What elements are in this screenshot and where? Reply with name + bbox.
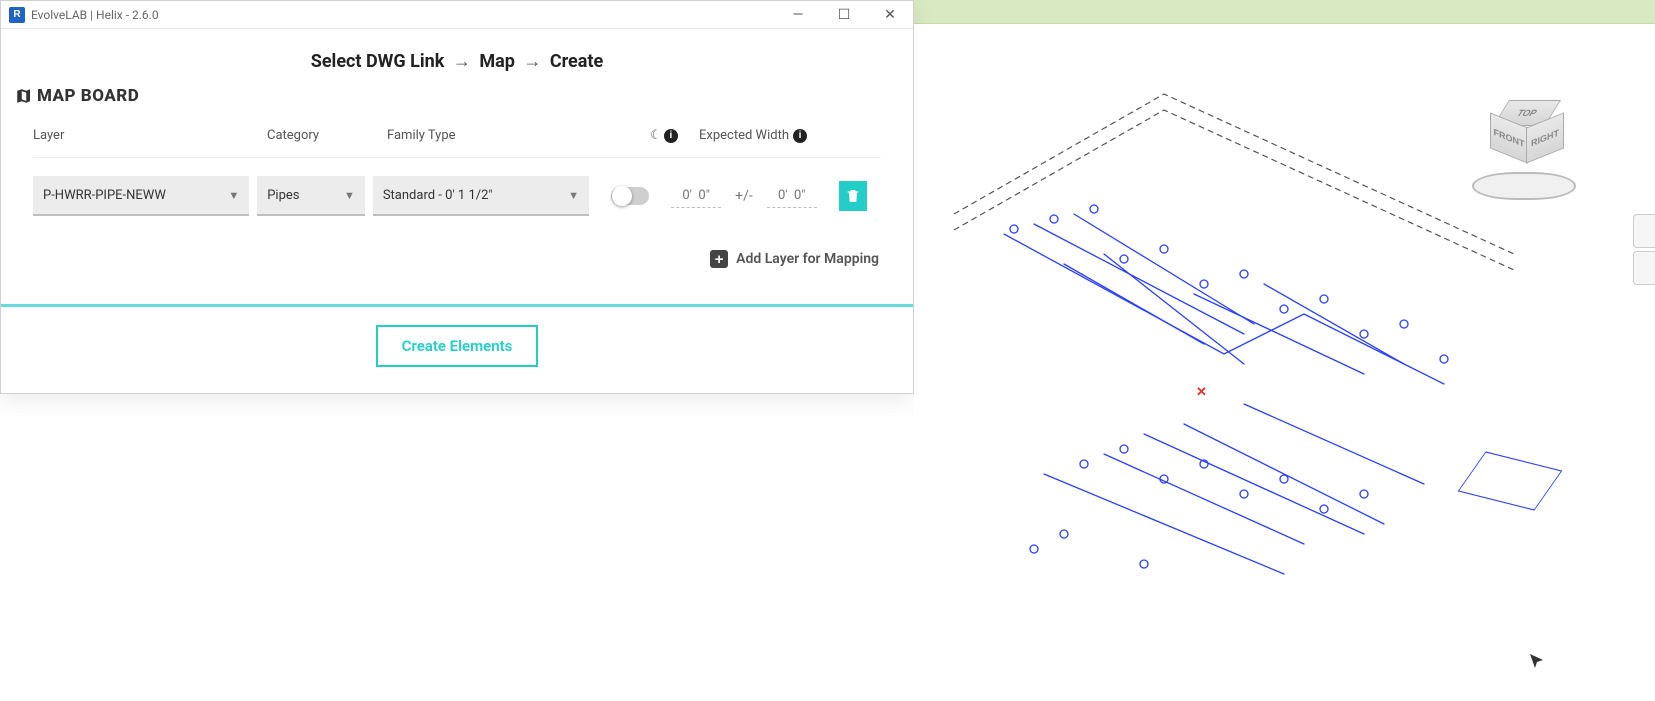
revit-viewport[interactable]: ✕ TOP FRONT RIGHT	[914, 24, 1655, 701]
info-icon[interactable]: i	[664, 129, 678, 143]
create-elements-button[interactable]: Create Elements	[376, 325, 539, 367]
category-select[interactable]: Pipes ▼	[257, 176, 365, 216]
titlebar: R EvolveLAB | Helix - 2.6.0 — ☐ ✕	[1, 1, 913, 29]
section-title: MAP BOARD	[1, 80, 913, 120]
col-expectedwidth: Expected Width i	[699, 128, 879, 143]
moon-icon: ☾	[650, 128, 662, 143]
chevron-down-icon: ▼	[228, 189, 239, 202]
mapping-row: P-HWRR-PIPE-NEWW ▼ Pipes ▼ Standard - 0'…	[33, 158, 881, 226]
add-layer-label: Add Layer for Mapping	[736, 251, 879, 267]
step-create: Create	[550, 51, 603, 72]
familytype-value: Standard - 0' 1 1/2"	[383, 188, 493, 203]
map-icon	[15, 87, 33, 105]
pipe-network	[944, 174, 1524, 594]
layer-value: P-HWRR-PIPE-NEWW	[43, 188, 166, 203]
width-input-a[interactable]	[671, 184, 721, 208]
workflow-header: Select DWG Link → Map → Create	[1, 29, 913, 80]
familytype-select[interactable]: Standard - 0' 1 1/2" ▼	[373, 176, 589, 216]
plus-icon: +	[710, 250, 728, 268]
add-layer-button[interactable]: + Add Layer for Mapping	[1, 232, 913, 278]
inherit-toggle[interactable]	[611, 187, 649, 205]
width-input-b[interactable]	[767, 184, 817, 208]
arrow-icon: →	[523, 51, 541, 72]
column-headers: Layer Category Family Type ☾ i Expected …	[33, 120, 881, 158]
maximize-button[interactable]: ☐	[821, 1, 867, 28]
col-category: Category	[267, 128, 387, 143]
viewcube-ring[interactable]	[1472, 172, 1576, 200]
step-select: Select DWG Link	[311, 51, 445, 72]
col-layer: Layer	[33, 128, 267, 143]
helix-window: R EvolveLAB | Helix - 2.6.0 — ☐ ✕ Select…	[0, 0, 914, 394]
chevron-down-icon: ▼	[344, 189, 355, 202]
footer: Create Elements	[1, 307, 913, 393]
layer-select[interactable]: P-HWRR-PIPE-NEWW ▼	[33, 176, 249, 216]
right-dock	[1633, 214, 1655, 288]
cursor-icon	[1529, 653, 1545, 669]
col-expectedwidth-label: Expected Width	[699, 128, 789, 143]
minimize-button[interactable]: —	[775, 1, 821, 28]
window-title: EvolveLAB | Helix - 2.6.0	[31, 8, 775, 22]
map-board: Layer Category Family Type ☾ i Expected …	[1, 120, 913, 232]
arrow-icon: →	[453, 51, 471, 72]
delete-row-button[interactable]	[839, 181, 868, 211]
col-moon: ☾ i	[629, 128, 699, 143]
window-controls: — ☐ ✕	[775, 1, 913, 28]
section-title-text: MAP BOARD	[37, 86, 139, 106]
info-icon[interactable]: i	[793, 129, 807, 143]
viewcube-cube[interactable]: TOP FRONT RIGHT	[1493, 100, 1555, 162]
col-familytype: Family Type	[387, 128, 629, 143]
trash-icon	[845, 188, 861, 204]
step-map: Map	[479, 51, 515, 72]
category-value: Pipes	[267, 188, 299, 203]
chevron-down-icon: ▼	[568, 189, 579, 202]
plus-minus-icon: +/-	[735, 188, 753, 204]
dock-tab[interactable]	[1633, 251, 1655, 285]
viewcube[interactable]: TOP FRONT RIGHT	[1469, 94, 1579, 204]
dock-tab[interactable]	[1633, 214, 1655, 248]
origin-marker: ✕	[1196, 384, 1207, 400]
app-icon: R	[9, 7, 25, 23]
close-button[interactable]: ✕	[867, 1, 913, 28]
